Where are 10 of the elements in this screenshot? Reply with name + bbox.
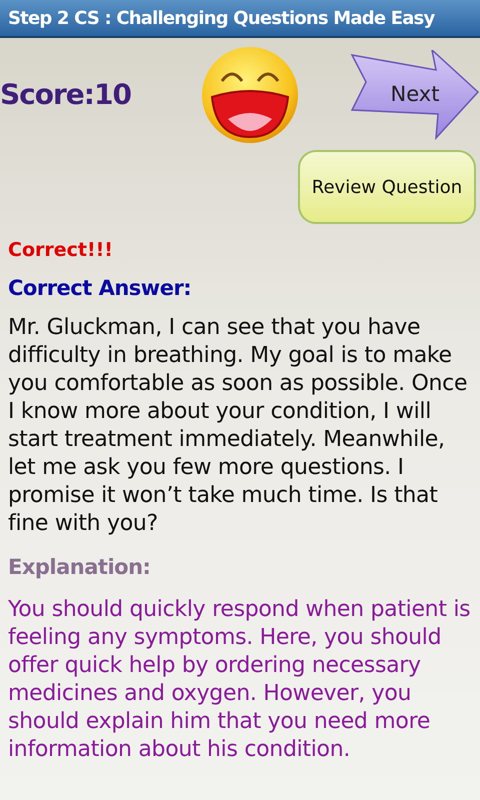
explanation-heading: Explanation: [8, 554, 152, 581]
answer-heading: Correct Answer: [8, 274, 192, 302]
score-label: Score:10 [0, 77, 132, 113]
result-label: Correct!!! [8, 238, 114, 263]
window-title: Step 2 CS : Challenging Questions Made Easy [8, 6, 434, 30]
answer-text: Mr. Gluckman, I can see that you have difficulty in breathing. My goal is to make you comfortable as soon as possible. Once I know more about your condition, I will start treatment immediately. Meanwhile, let me ask you few more questions. I promise it won’t take much time. Is that fine with you? [8, 314, 468, 538]
next-button[interactable]: Next [350, 50, 480, 140]
review-question-button[interactable]: Review Question [298, 150, 476, 224]
explanation-text: You should quickly respond when patient is feeling any symptoms. Here, you should offer quick help by ordering necessary medicines and oxygen. However, you should explain him that you need more information about his condition. [8, 596, 472, 764]
laughing-face-icon [200, 45, 300, 145]
